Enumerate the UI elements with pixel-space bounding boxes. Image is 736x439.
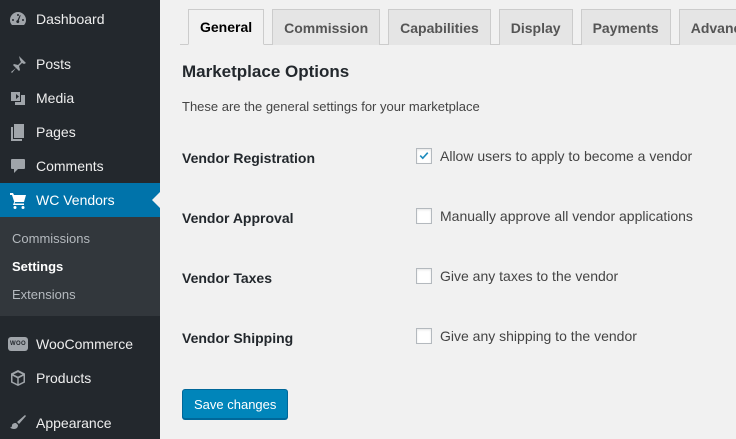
sidebar-item-label: Dashboard — [36, 11, 105, 27]
sidebar-item-posts[interactable]: Posts — [0, 47, 160, 81]
sidebar-item-label: Products — [36, 370, 92, 386]
submenu-item-settings[interactable]: Settings — [12, 259, 63, 274]
media-icon — [0, 88, 36, 108]
section-description: These are the general settings for your … — [182, 99, 480, 114]
vendor-shipping-checkbox[interactable] — [416, 328, 432, 344]
sidebar-item-label: WooCommerce — [36, 336, 133, 352]
tab-commission[interactable]: Commission — [272, 9, 381, 45]
settings-tabs: General Commission Capabilities Display … — [188, 9, 736, 45]
submenu-item-extensions[interactable]: Extensions — [12, 287, 76, 302]
comment-icon — [0, 156, 36, 176]
dashboard-icon — [0, 9, 36, 29]
cart-icon — [0, 190, 36, 210]
sidebar-item-label: Comments — [36, 158, 104, 174]
sidebar-item-label: Media — [36, 90, 75, 106]
tab-payments[interactable]: Payments — [580, 9, 671, 45]
sidebar-item-label: WC Vendors — [36, 192, 115, 208]
pushpin-icon — [0, 54, 36, 74]
sidebar-item-pages[interactable]: Pages — [0, 115, 160, 149]
vendor-registration-checkbox[interactable] — [416, 148, 432, 164]
woo-badge: WOO — [8, 337, 28, 351]
active-indicator — [152, 192, 160, 208]
checkbox-label: Give any taxes to the vendor — [440, 268, 619, 284]
wc-vendors-submenu: Commissions Settings Extensions — [0, 217, 160, 316]
sidebar-item-dashboard[interactable]: Dashboard — [0, 2, 160, 36]
woo-icon: WOO — [0, 337, 36, 351]
vendor-approval-label: Vendor Approval — [182, 210, 294, 226]
sidebar-item-comments[interactable]: Comments — [0, 149, 160, 183]
sidebar-item-media[interactable]: Media — [0, 81, 160, 115]
save-changes-button[interactable]: Save changes — [182, 389, 289, 419]
tab-capabilities[interactable]: Capabilities — [388, 9, 491, 45]
sidebar-item-wc-vendors[interactable]: WC Vendors — [0, 183, 160, 217]
sidebar-item-products[interactable]: Products — [0, 361, 160, 395]
vendor-taxes-checkbox[interactable] — [416, 268, 432, 284]
paintbrush-icon — [0, 413, 36, 433]
sidebar-item-label: Pages — [36, 124, 76, 140]
sidebar-item-woocommerce[interactable]: WOO WooCommerce — [0, 327, 160, 361]
vendor-registration-option[interactable]: Allow users to apply to become a vendor — [416, 148, 692, 164]
section-title: Marketplace Options — [182, 62, 350, 81]
tab-general[interactable]: General — [188, 9, 265, 45]
checkmark-icon — [419, 152, 429, 160]
sidebar-item-label: Appearance — [36, 415, 112, 431]
settings-content: General Commission Capabilities Display … — [160, 0, 736, 439]
box-icon — [0, 368, 36, 388]
vendor-approval-checkbox[interactable] — [416, 208, 432, 224]
vendor-shipping-label: Vendor Shipping — [182, 330, 294, 346]
vendor-taxes-label: Vendor Taxes — [182, 270, 273, 286]
sidebar-item-appearance[interactable]: Appearance — [0, 406, 160, 439]
vendor-shipping-option[interactable]: Give any shipping to the vendor — [416, 328, 637, 344]
vendor-taxes-option[interactable]: Give any taxes to the vendor — [416, 268, 618, 284]
vendor-registration-label: Vendor Registration — [182, 150, 316, 166]
sidebar-item-label: Posts — [36, 56, 72, 72]
checkbox-label: Manually approve all vendor applications — [440, 208, 693, 224]
submenu-item-commissions[interactable]: Commissions — [12, 231, 90, 246]
pages-icon — [0, 122, 36, 142]
admin-sidebar: Dashboard Posts Media Pages Comments WC … — [0, 0, 160, 439]
checkbox-label: Allow users to apply to become a vendor — [440, 148, 693, 164]
vendor-approval-option[interactable]: Manually approve all vendor applications — [416, 208, 693, 224]
tab-display[interactable]: Display — [498, 9, 573, 45]
tab-advanced[interactable]: Advanced — [678, 9, 736, 45]
checkbox-label: Give any shipping to the vendor — [440, 328, 637, 344]
